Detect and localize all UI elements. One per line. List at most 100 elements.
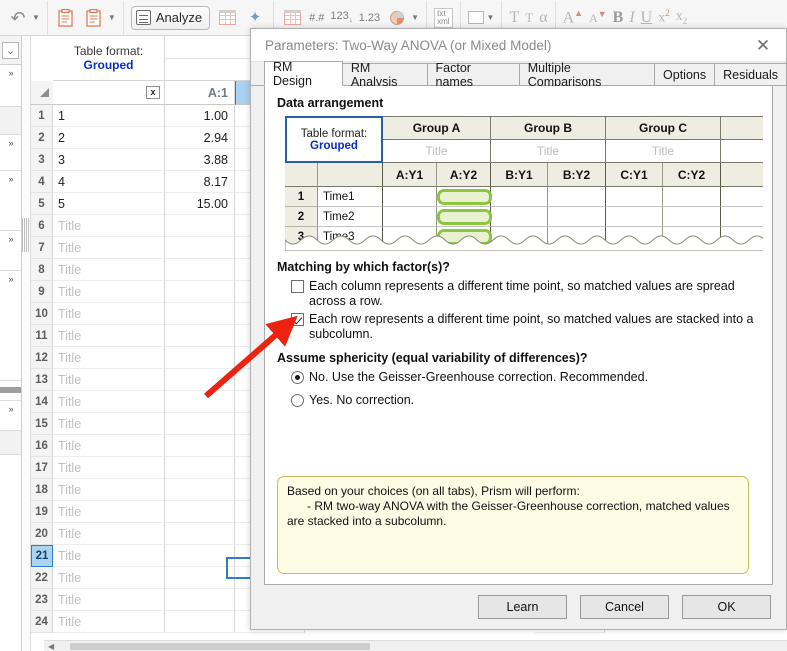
row-number[interactable]: 1 (31, 105, 53, 127)
data-cell-a1[interactable] (165, 237, 235, 259)
row-title-cell[interactable]: Title (53, 369, 165, 391)
row-title-cell[interactable]: Title (53, 501, 165, 523)
font-shrink-icon[interactable]: A▼ (589, 9, 607, 26)
matching-option-rows[interactable]: Each row represents a different time poi… (291, 312, 760, 342)
row-number[interactable]: 19 (31, 501, 53, 523)
table-format-indicator[interactable]: Table format: Grouped (53, 36, 165, 81)
row-title-cell[interactable]: 3 (53, 149, 165, 171)
row-number[interactable]: 23 (31, 589, 53, 611)
row-title-cell[interactable]: Title (53, 237, 165, 259)
data-cell-a1[interactable] (165, 589, 235, 611)
data-cell-a1[interactable] (165, 567, 235, 589)
horizontal-scrollbar[interactable]: ◀ (44, 640, 787, 651)
row-number[interactable]: 2 (31, 127, 53, 149)
data-cell-a1[interactable] (165, 347, 235, 369)
data-cell-a1[interactable] (165, 523, 235, 545)
data-cell-a1[interactable] (165, 457, 235, 479)
row-title-cell[interactable]: Title (53, 523, 165, 545)
row-number[interactable]: 7 (31, 237, 53, 259)
superscript-icon[interactable]: x2 (658, 8, 670, 27)
rail-section-data[interactable]: » (0, 65, 21, 107)
row-number[interactable]: 17 (31, 457, 53, 479)
font-grow-icon[interactable]: A▲ (563, 8, 583, 27)
chevron-down-icon[interactable]: ▼ (32, 13, 40, 22)
rail-section-results[interactable]: » (0, 171, 21, 231)
row-title-cell[interactable]: Title (53, 545, 165, 567)
tab-multiple-comparisons[interactable]: Multiple Comparisons (518, 61, 656, 89)
data-cell-a1[interactable] (165, 479, 235, 501)
undo-icon[interactable]: ↶ (7, 6, 29, 30)
row-number[interactable]: 8 (31, 259, 53, 281)
data-cell-a1[interactable] (165, 413, 235, 435)
row-title-cell[interactable]: Title (53, 303, 165, 325)
row-number[interactable]: 9 (31, 281, 53, 303)
row-number[interactable]: 16 (31, 435, 53, 457)
checkbox-rows-timepoint[interactable] (291, 313, 304, 326)
row-title-cell[interactable]: Title (53, 347, 165, 369)
row-title-cell[interactable]: Title (53, 413, 165, 435)
row-title-cell[interactable]: Title (53, 611, 165, 633)
number-format-icon[interactable]: #.# (309, 12, 324, 24)
decimal-decrease-icon[interactable]: 1.23 (359, 12, 380, 24)
row-number[interactable]: 15 (31, 413, 53, 435)
learn-button[interactable]: Learn (478, 595, 567, 619)
row-title-cell[interactable]: Title (53, 259, 165, 281)
row-title-cell[interactable]: 4 (53, 171, 165, 193)
radio-no-correction[interactable] (291, 394, 304, 407)
data-cell-a1[interactable] (165, 281, 235, 303)
row-number[interactable]: 22 (31, 567, 53, 589)
row-number[interactable]: 11 (31, 325, 53, 347)
row-title-cell[interactable]: Title (53, 567, 165, 589)
bold-icon[interactable]: B (613, 9, 624, 27)
data-cell-a1[interactable] (165, 501, 235, 523)
analyze-button[interactable]: Analyze (130, 5, 211, 30)
data-cell-a1[interactable] (165, 303, 235, 325)
chevron-down-icon[interactable]: ▼ (108, 13, 116, 22)
row-title-cell[interactable]: 2 (53, 127, 165, 149)
row-title-cell[interactable]: Title (53, 479, 165, 501)
row-title-cell[interactable]: Title (53, 435, 165, 457)
tab-factor-names[interactable]: Factor names (426, 61, 520, 89)
copy-icon[interactable] (83, 6, 105, 30)
rail-section-layouts[interactable]: » (0, 271, 21, 381)
data-cell-a1[interactable] (165, 369, 235, 391)
tab-residuals[interactable]: Residuals (714, 63, 787, 85)
table-grid-icon[interactable] (216, 6, 238, 30)
data-cell-a1[interactable] (165, 391, 235, 413)
data-cell-a1[interactable]: 2.94 (165, 127, 235, 149)
row-number[interactable]: 3 (31, 149, 53, 171)
data-cell-a1[interactable] (165, 259, 235, 281)
preview-table-format-badge[interactable]: Table format: Grouped (285, 116, 383, 163)
rail-section-family[interactable]: » (0, 401, 21, 431)
tab-options[interactable]: Options (654, 63, 716, 85)
row-number[interactable]: 18 (31, 479, 53, 501)
row-number[interactable]: 10 (31, 303, 53, 325)
row-title-cell[interactable]: Title (53, 589, 165, 611)
row-title-cell[interactable]: 5 (53, 193, 165, 215)
color-palette-icon[interactable] (386, 6, 408, 30)
table-grid-icon[interactable] (281, 6, 303, 30)
subscript-icon[interactable]: x2 (676, 9, 688, 26)
sphericity-option-yes[interactable]: Yes. No correction. (291, 393, 760, 408)
row-number[interactable]: 20 (31, 523, 53, 545)
row-title-cell[interactable]: Title (53, 281, 165, 303)
data-cell-a1[interactable] (165, 215, 235, 237)
italic-icon[interactable]: I (629, 9, 634, 27)
column-header-a1[interactable]: A:1 (165, 81, 235, 105)
rail-collapse-button[interactable]: ⌄ (0, 36, 21, 65)
row-number[interactable]: 12 (31, 347, 53, 369)
row-title-cell[interactable]: 1 (53, 105, 165, 127)
cancel-button[interactable]: Cancel (580, 595, 669, 619)
matching-option-columns[interactable]: Each column represents a different time … (291, 279, 760, 309)
ok-button[interactable]: OK (682, 595, 771, 619)
text-large-icon[interactable]: T (509, 9, 519, 27)
row-number[interactable]: 14 (31, 391, 53, 413)
greek-alpha-icon[interactable]: α (539, 9, 547, 27)
sphericity-option-no[interactable]: No. Use the Geisser-Greenhouse correctio… (291, 370, 760, 385)
underline-icon[interactable]: U (641, 9, 653, 27)
rectangle-shape-icon[interactable] (467, 11, 484, 24)
rail-section-info[interactable]: » (0, 135, 21, 171)
rail-section-graphs[interactable]: » (0, 231, 21, 271)
checkbox-columns-timepoint[interactable] (291, 280, 304, 293)
data-cell-a1[interactable]: 8.17 (165, 171, 235, 193)
